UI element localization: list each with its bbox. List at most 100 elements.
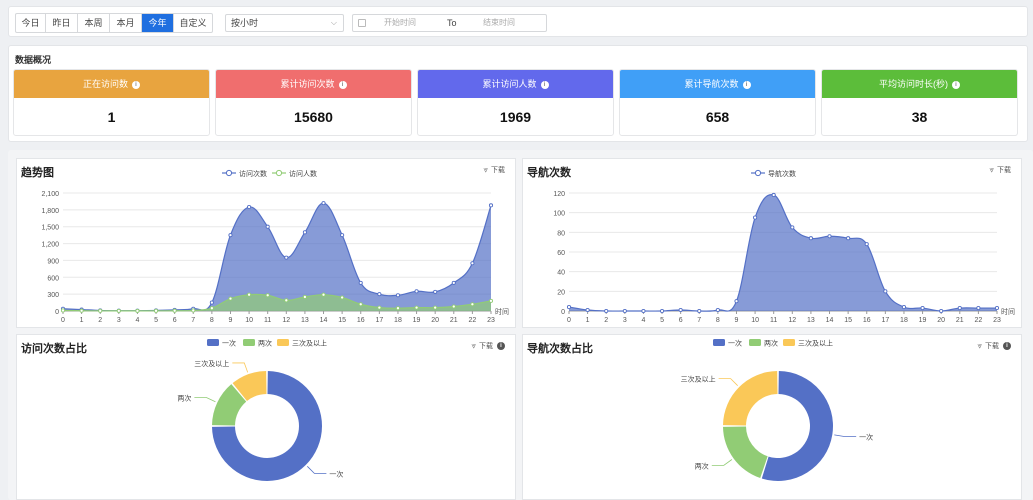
data-point[interactable] (678, 307, 683, 313)
x-tick-label: 23 (487, 317, 495, 324)
granularity-select[interactable]: 按小时 ⌵ (225, 14, 344, 32)
data-point[interactable] (209, 306, 214, 311)
data-point[interactable] (153, 308, 159, 313)
data-point[interactable] (321, 201, 326, 206)
legend-item[interactable]: 访问人数 (289, 169, 317, 178)
data-point[interactable] (433, 305, 438, 310)
data-point[interactable] (228, 296, 233, 301)
data-point[interactable] (641, 308, 646, 314)
data-point[interactable] (585, 307, 590, 313)
data-point[interactable] (976, 305, 981, 311)
date-tab[interactable]: 本月 (110, 14, 142, 32)
data-point[interactable] (604, 308, 609, 314)
x-axis-label: 时间 (1001, 307, 1015, 316)
data-point[interactable] (864, 242, 869, 247)
data-point[interactable] (395, 306, 401, 311)
data-point[interactable] (377, 292, 382, 297)
data-point[interactable] (901, 305, 907, 310)
data-point[interactable] (172, 308, 177, 313)
legend-item[interactable]: 两次 (258, 339, 272, 348)
start-time-input[interactable]: 开始时间 (384, 15, 416, 31)
charts-area: 趋势图 ⩔ 下载 0 300 600 900 1,200 1,500 1,800 2,100 0 1… (8, 150, 1033, 500)
data-point[interactable] (60, 308, 66, 313)
data-point[interactable] (340, 295, 345, 300)
data-point[interactable] (284, 255, 289, 260)
slice-label-line (711, 459, 733, 466)
data-point[interactable] (790, 225, 795, 230)
data-point[interactable] (994, 305, 1000, 311)
data-point[interactable] (284, 298, 289, 303)
info-icon[interactable]: i (338, 80, 347, 89)
data-point[interactable] (247, 204, 252, 210)
data-point[interactable] (116, 308, 121, 313)
data-point[interactable] (622, 308, 627, 314)
legend-item[interactable]: 两次 (764, 339, 778, 348)
legend-item[interactable]: 访问次数 (239, 169, 267, 178)
data-point[interactable] (209, 300, 214, 305)
data-point[interactable] (451, 304, 456, 309)
data-point[interactable] (734, 299, 739, 304)
data-point[interactable] (321, 292, 326, 297)
data-point[interactable] (433, 289, 438, 294)
data-point[interactable] (358, 280, 363, 285)
data-point[interactable] (470, 261, 475, 266)
data-point[interactable] (451, 280, 456, 285)
data-point[interactable] (715, 307, 720, 313)
data-point[interactable] (846, 236, 851, 241)
data-point[interactable] (302, 294, 307, 300)
x-tick-label: 8 (716, 317, 720, 324)
y-tick-label: 0 (55, 309, 59, 316)
legend-item[interactable]: 一次 (728, 339, 742, 348)
data-point[interactable] (191, 308, 196, 313)
slice-label-line (232, 362, 249, 373)
data-point[interactable] (414, 289, 419, 294)
legend-item[interactable]: 一次 (222, 339, 236, 348)
data-point[interactable] (920, 305, 925, 311)
legend-item[interactable]: 三次及以上 (292, 339, 327, 348)
info-icon[interactable]: i (952, 80, 960, 89)
data-point[interactable] (228, 233, 233, 238)
slice-label: 三次及以上 (194, 359, 229, 368)
data-point[interactable] (883, 289, 888, 294)
date-tab[interactable]: 昨日 (46, 14, 78, 32)
nav-chart: 0204060801001200 1 2 3 4 5 6 7 8 9 10 11 12 13 14 15 16 1… (553, 169, 1015, 324)
data-point[interactable] (827, 234, 832, 239)
data-point[interactable] (939, 308, 944, 314)
data-point[interactable] (377, 305, 382, 310)
date-tab[interactable]: 本周 (78, 14, 110, 32)
data-point[interactable] (265, 293, 270, 298)
info-icon[interactable]: i (742, 80, 751, 89)
data-point[interactable] (488, 298, 494, 303)
data-point[interactable] (98, 308, 103, 313)
y-tick-label: 1,200 (41, 242, 59, 249)
data-point[interactable] (302, 230, 307, 235)
date-tab[interactable]: 今年 (142, 14, 174, 32)
data-point[interactable] (697, 308, 702, 314)
donut-slice[interactable] (723, 426, 768, 479)
legend-item[interactable]: 三次及以上 (798, 339, 833, 348)
data-point[interactable] (79, 308, 84, 313)
date-tab[interactable]: 自定义 (174, 14, 212, 32)
data-point[interactable] (135, 308, 140, 313)
data-point[interactable] (566, 305, 572, 310)
legend-item[interactable]: 导航次数 (768, 169, 796, 178)
data-point[interactable] (957, 305, 962, 311)
date-range-picker[interactable]: 开始时间 To 结束时间 (352, 14, 547, 32)
data-point[interactable] (340, 233, 345, 238)
info-icon[interactable]: i (132, 80, 140, 89)
date-tab[interactable]: 今日 (16, 14, 46, 32)
end-time-input[interactable]: 结束时间 (483, 15, 515, 31)
data-point[interactable] (265, 224, 270, 229)
data-point[interactable] (414, 305, 419, 310)
data-point[interactable] (358, 302, 363, 307)
data-point[interactable] (659, 308, 665, 314)
data-point[interactable] (753, 215, 758, 220)
info-icon[interactable]: i (540, 80, 549, 89)
data-point[interactable] (470, 302, 475, 307)
data-point[interactable] (247, 292, 252, 297)
data-point[interactable] (771, 192, 776, 198)
data-point[interactable] (808, 236, 813, 241)
data-point[interactable] (488, 203, 494, 208)
legend-marker (749, 339, 761, 346)
data-point[interactable] (395, 293, 401, 298)
